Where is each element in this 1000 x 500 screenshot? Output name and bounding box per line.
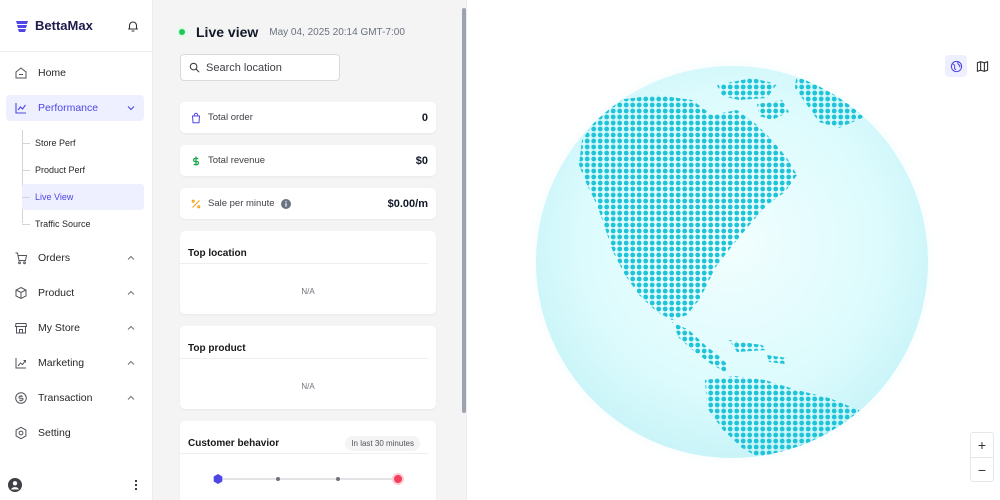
live-view-header: Live view May 04, 2025 20:14 GMT-7:00 — [179, 24, 405, 40]
search-input[interactable] — [206, 61, 326, 74]
cart-icon — [14, 251, 28, 265]
metric-sale-per-minute: Sale per minute $0.00/m — [180, 188, 436, 219]
funnel-step-start — [213, 474, 223, 484]
sidebar-item-home[interactable]: Home — [6, 60, 144, 86]
metric-label: Sale per minute — [208, 198, 275, 209]
page-title: Live view — [196, 24, 259, 40]
metric-value: $0.00/m — [387, 197, 428, 210]
customer-behavior-header: Customer behavior In last 30 minutes — [180, 421, 428, 454]
performance-submenu: Store Perf Product Perf Live View Traffi… — [22, 130, 152, 237]
sidebar-nav: Home Performance Store Perf Product Perf… — [0, 52, 152, 446]
store-icon — [14, 321, 28, 335]
sidebar-item-product[interactable]: Product — [6, 280, 144, 306]
view-toggle — [945, 55, 993, 77]
search-icon — [189, 62, 200, 73]
customer-behavior-title: Customer behavior — [188, 438, 280, 449]
live-timestamp: May 04, 2025 20:14 GMT-7:00 — [269, 26, 405, 38]
dollar-icon — [190, 155, 202, 167]
sidebar-subitem-label: Traffic Source — [35, 219, 91, 229]
sidebar-item-setting[interactable]: Setting — [6, 420, 144, 446]
sidebar-item-label: Home — [38, 67, 67, 79]
behavior-funnel-track — [213, 473, 404, 485]
brand-header: BettaMax — [0, 0, 152, 52]
sidebar-item-label: Setting — [38, 427, 71, 439]
sidebar-subitem-label: Live View — [35, 192, 74, 202]
shopping-bag-icon — [190, 112, 202, 124]
chart-line-icon — [14, 101, 28, 115]
sidebar-subitem-live-view[interactable]: Live View — [22, 184, 144, 210]
metric-value: 0 — [421, 111, 428, 124]
metric-total-order: Total order 0 — [180, 102, 436, 133]
zoom-in-button[interactable]: + — [971, 433, 993, 457]
gear-icon — [14, 426, 28, 440]
chevron-up-icon[interactable] — [126, 358, 136, 368]
sidebar-item-label: Marketing — [38, 357, 85, 369]
info-icon[interactable] — [280, 198, 291, 209]
sidebar-subitem-store-perf[interactable]: Store Perf — [22, 130, 144, 156]
bettamax-logo — [16, 20, 28, 32]
funnel-step-end — [392, 473, 404, 485]
zoom-out-button[interactable]: − — [971, 457, 993, 481]
chevron-down-icon[interactable] — [126, 103, 136, 113]
top-location-empty: N/A — [301, 287, 315, 296]
chevron-up-icon[interactable] — [126, 288, 136, 298]
sidebar-item-label: Transaction — [38, 392, 93, 404]
metric-label: Total revenue — [208, 155, 266, 166]
time-range-badge: In last 30 minutes — [345, 436, 420, 451]
top-location-card: Top location N/A — [180, 231, 436, 314]
avatar[interactable] — [8, 478, 22, 492]
marketing-icon — [14, 356, 28, 370]
transaction-icon — [14, 391, 28, 405]
sidebar-subitem-product-perf[interactable]: Product Perf — [22, 157, 144, 183]
sidebar-item-transaction[interactable]: Transaction — [6, 385, 144, 411]
sidebar-footer — [0, 470, 152, 500]
chevron-up-icon[interactable] — [126, 253, 136, 263]
globe-view-button[interactable] — [945, 55, 967, 77]
map-icon — [976, 60, 988, 72]
map-view-button[interactable] — [971, 55, 993, 77]
sidebar-item-label: My Store — [38, 322, 81, 334]
percent-icon — [190, 198, 202, 210]
sidebar-item-my-store[interactable]: My Store — [6, 315, 144, 341]
sidebar-item-performance[interactable]: Performance — [6, 95, 144, 121]
bell-icon[interactable] — [126, 19, 140, 33]
sidebar-item-label: Orders — [38, 252, 71, 264]
sidebar-item-orders[interactable]: Orders — [6, 245, 144, 271]
sidebar: BettaMax Home Performance Store Perf Pro… — [0, 0, 153, 500]
globe-map-area[interactable]: + − — [466, 0, 1000, 500]
globe-icon — [950, 60, 962, 72]
customer-behavior-card: Customer behavior In last 30 minutes — [180, 421, 436, 500]
zoom-controls: + − — [970, 432, 994, 482]
home-icon — [14, 66, 28, 80]
sidebar-item-label: Product — [38, 287, 75, 299]
top-product-empty: N/A — [301, 382, 315, 391]
brand-name: BettaMax — [35, 18, 93, 33]
metric-total-revenue: Total revenue $0 — [180, 145, 436, 176]
metric-value: $0 — [415, 154, 428, 167]
chevron-up-icon[interactable] — [126, 393, 136, 403]
sidebar-item-label: Performance — [38, 102, 99, 114]
sidebar-subitem-traffic-source[interactable]: Traffic Source — [22, 211, 144, 237]
more-vertical-icon[interactable] — [130, 478, 142, 492]
search-location[interactable] — [180, 54, 340, 81]
sidebar-subitem-label: Store Perf — [35, 138, 76, 148]
sidebar-subitem-label: Product Perf — [35, 165, 86, 175]
live-view-panel: Live view May 04, 2025 20:14 GMT-7:00 To… — [153, 0, 464, 500]
funnel-step — [276, 477, 280, 481]
live-status-dot — [179, 29, 185, 35]
top-product-card: Top product N/A — [180, 326, 436, 409]
sidebar-item-marketing[interactable]: Marketing — [6, 350, 144, 376]
chevron-up-icon[interactable] — [126, 323, 136, 333]
box-icon — [14, 286, 28, 300]
funnel-step — [336, 477, 340, 481]
globe[interactable] — [467, 0, 1000, 500]
metric-label: Total order — [208, 112, 253, 123]
top-product-title: Top product — [180, 326, 428, 359]
top-location-title: Top location — [180, 231, 428, 264]
